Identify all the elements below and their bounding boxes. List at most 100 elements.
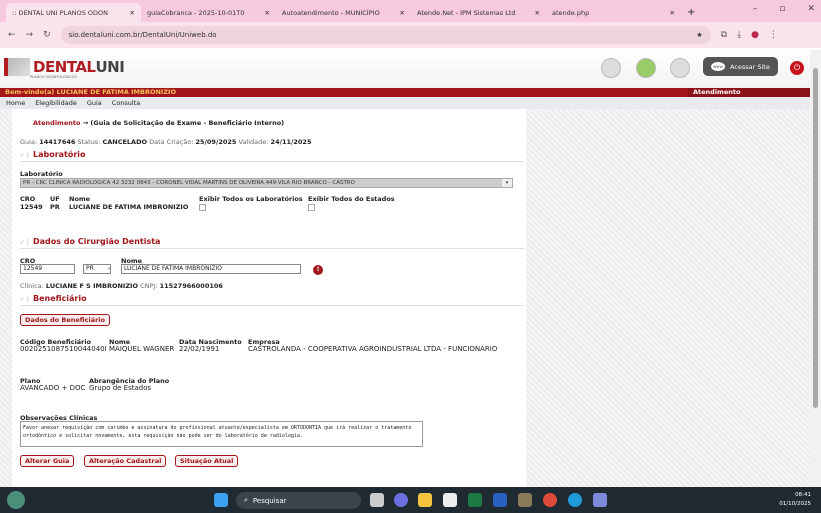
label: Nome <box>69 195 91 203</box>
scrollbar[interactable] <box>810 50 821 487</box>
situacao-atual-button[interactable]: Situação Atual <box>175 455 239 467</box>
section-laboratorio[interactable]: ✓ | Laboratório <box>20 150 524 162</box>
bookmark-star-icon[interactable]: ★ <box>696 31 702 39</box>
background-pattern <box>0 109 12 487</box>
codigo-value: 0020251087510044040I <box>20 345 107 353</box>
window-close-icon[interactable]: ✕ <box>807 4 815 14</box>
alteracao-cadastral-button[interactable]: Alteração Cadastral <box>84 455 167 467</box>
back-icon[interactable]: ← <box>8 30 16 40</box>
background-pattern <box>526 109 810 487</box>
new-tab-icon[interactable]: + <box>681 7 701 22</box>
welcome-text: Bem-vindo(a) LUCIANE DE FATIMA IMBRONIZI… <box>5 88 177 96</box>
logout-power-icon[interactable]: ⏻ <box>790 61 804 75</box>
menu-elegibilidade[interactable]: Elegibilidade <box>35 99 77 107</box>
section-beneficiario[interactable]: ✓ | Beneficiário <box>20 294 524 306</box>
documents-icon[interactable] <box>601 58 621 78</box>
nome-value: LUCIANE DE FATIMA IMBRONIZIO <box>69 203 189 211</box>
maximize-icon[interactable]: ▫ <box>779 4 785 14</box>
browser-tab[interactable]: Atende.Net - IPM Sistemas Ltd ✕ <box>411 3 546 22</box>
forward-icon[interactable]: → <box>26 30 34 40</box>
nome-input[interactable]: LUCIANE DE FATIMA IMBRONIZIO <box>121 264 301 274</box>
selected-value: PR - CRC CLINICA RADIOLOGICA 42 3232 084… <box>23 180 355 186</box>
label: Guia: <box>20 138 38 146</box>
acessar-site-button[interactable]: www Acessar Site <box>703 57 778 76</box>
app-icon[interactable] <box>593 493 607 507</box>
clinica-value: LUCIANE F S IMBRONIZIO <box>45 282 138 290</box>
date: 01/10/2025 <box>779 501 811 507</box>
info-icon[interactable]: ! <box>313 265 323 275</box>
browser-tab[interactable]: :: DENTAL UNI PLANOS ODON ✕ <box>6 3 141 22</box>
breadcrumb: Atendimento → (Guia de Solicitação de Ex… <box>33 119 284 127</box>
cro-input[interactable]: 12549 <box>20 264 75 274</box>
close-icon[interactable]: ✕ <box>535 9 540 17</box>
browser-tab[interactable]: Autoatendimento - MUNICÍPIO ✕ <box>276 3 411 22</box>
todos-estados-checkbox[interactable] <box>308 204 315 211</box>
file-explorer-icon[interactable] <box>418 493 432 507</box>
taskbar-search[interactable]: ⌕ Pesquisar <box>236 492 361 509</box>
abrangencia-value: Grupo de Estados <box>89 384 152 392</box>
www-icon: www <box>711 62 725 71</box>
laboratorio-select[interactable]: PR - CRC CLINICA RADIOLOGICA 42 3232 084… <box>20 178 513 188</box>
app-icon[interactable] <box>518 493 532 507</box>
dentaluni-logo: DENTALUNI PLANOS ODONTOLÓGICOS <box>4 58 125 79</box>
collapse-icon[interactable]: ✓ | <box>20 152 29 159</box>
close-icon[interactable]: ✕ <box>130 9 135 17</box>
dentaluni-icon[interactable] <box>670 58 690 78</box>
breadcrumb-root[interactable]: Atendimento <box>33 119 80 127</box>
close-icon[interactable]: ✕ <box>670 9 675 17</box>
collapse-icon[interactable]: ✓ | <box>20 239 29 246</box>
clock[interactable]: 08:41 01/10/2025 <box>779 491 811 509</box>
search-placeholder: Pesquisar <box>252 496 287 505</box>
todos-laboratorios-checkbox[interactable] <box>199 204 206 211</box>
url-input[interactable]: sio.dentaluni.com.br/DentalUni/Uniweb.do… <box>60 26 711 44</box>
tab-title: atende.php <box>552 8 590 17</box>
label: CRO <box>20 195 36 203</box>
menu-icon[interactable]: ⋮ <box>769 30 778 40</box>
observacoes-textarea[interactable]: Favor anexar requisição com carimbo e as… <box>20 421 423 447</box>
tab-title: :: DENTAL UNI PLANOS ODON <box>12 8 109 17</box>
plano-value: AVANCADO + DOC <box>20 384 86 392</box>
section-title: Dados do Cirurgião Dentista <box>32 237 161 246</box>
windows-start-icon[interactable] <box>214 493 228 507</box>
word-icon[interactable] <box>493 493 507 507</box>
guia-number: 14417646 <box>39 138 76 146</box>
close-icon[interactable]: ✕ <box>265 9 270 17</box>
address-bar: ← → ↻ sio.dentaluni.com.br/DentalUni/Uniwe… <box>0 22 821 48</box>
widgets-icon[interactable] <box>7 491 25 509</box>
menu-consulta[interactable]: Consulta <box>112 99 140 107</box>
download-icon[interactable]: ⤓ <box>737 30 741 40</box>
laboratorio-label: Laboratório <box>20 170 63 178</box>
label: Clínica: <box>20 282 44 290</box>
chat-icon[interactable] <box>394 493 408 507</box>
collapse-icon[interactable]: ✓ | <box>20 296 29 303</box>
extensions-icon[interactable]: ⧉ <box>721 30 727 40</box>
label: Validade: <box>238 138 269 146</box>
section-dentista[interactable]: ✓ | Dados do Cirurgião Dentista <box>20 237 524 249</box>
chrome-icon[interactable] <box>543 493 557 507</box>
store-icon[interactable] <box>443 493 457 507</box>
profile-icon[interactable]: ● <box>751 30 759 40</box>
alterar-guia-button[interactable]: Alterar Guia <box>20 455 75 467</box>
dados-beneficiario-button[interactable]: Dados do Beneficiário <box>20 314 110 326</box>
task-view-icon[interactable] <box>370 493 384 507</box>
uf-value: PR <box>86 265 94 272</box>
arrow: → <box>82 119 89 127</box>
reload-icon[interactable]: ↻ <box>43 30 51 40</box>
nascimento-value: 22/02/1991 <box>179 345 220 353</box>
minimize-icon[interactable]: – <box>753 4 758 14</box>
excel-icon[interactable] <box>468 493 482 507</box>
browser-tab[interactable]: atende.php ✕ <box>546 3 681 22</box>
edge-icon[interactable] <box>568 493 582 507</box>
menu-guia[interactable]: Guia <box>87 99 102 107</box>
uf-select[interactable]: PR ▾ <box>83 264 111 274</box>
tab-title: guiaCobranca - 2025-10-01T0 <box>147 8 245 17</box>
browser-tab[interactable]: guiaCobranca - 2025-10-01T0 ✕ <box>141 3 276 22</box>
menu-home[interactable]: Home <box>6 99 25 107</box>
url-text: sio.dentaluni.com.br/DentalUni/Uniweb.do <box>68 31 217 39</box>
close-icon[interactable]: ✕ <box>400 9 405 17</box>
chevron-down-icon: ▾ <box>107 266 110 272</box>
scrollbar-thumb[interactable] <box>813 68 818 408</box>
label: Exibir Todos os Laboratórios <box>199 195 303 203</box>
user-icon[interactable] <box>636 58 656 78</box>
label: Exibir Todos do Estados <box>308 195 395 203</box>
